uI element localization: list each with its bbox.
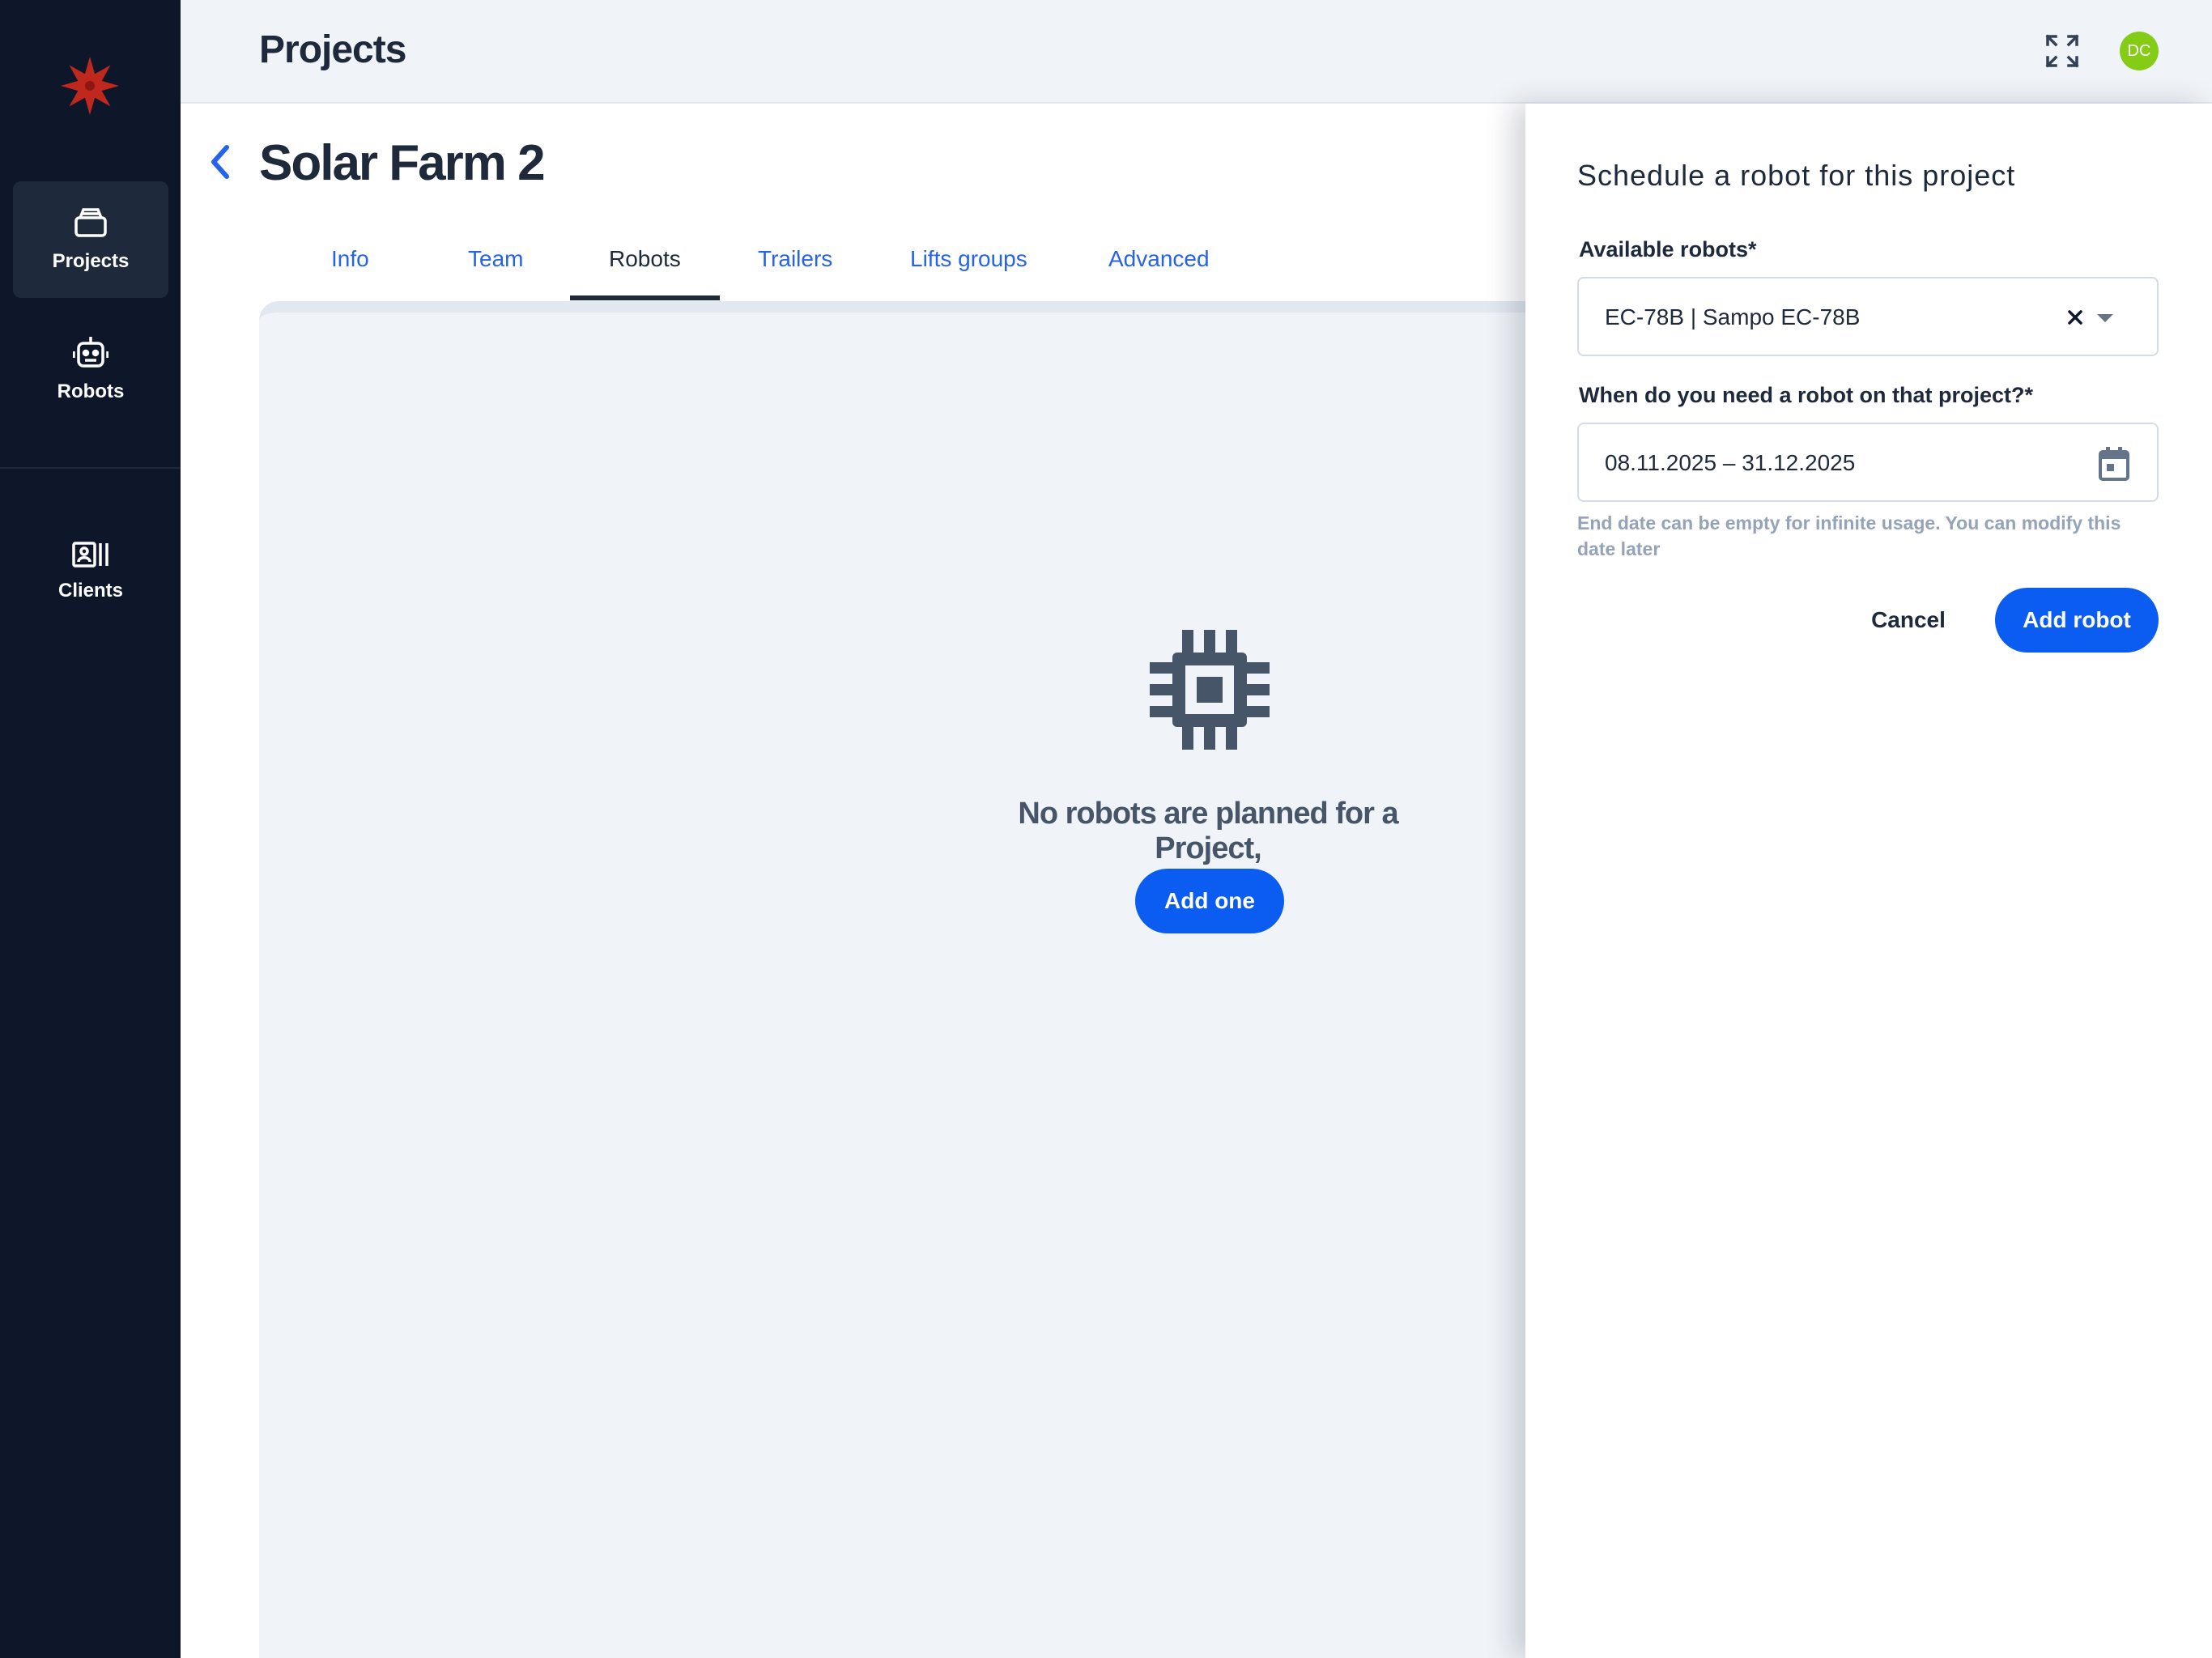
tab-robots[interactable]: Robots <box>609 246 681 272</box>
sidebar-divider <box>0 467 181 469</box>
sidebar-item-label: Clients <box>57 580 123 602</box>
top-bar: Projects <box>181 0 2212 104</box>
robot-select-value: EC-78B | Sampo EC-78B <box>1605 304 1861 329</box>
date-helper-text: End date can be empty for infinite usage… <box>1577 512 2121 559</box>
chevron-left-icon[interactable] <box>204 142 236 181</box>
sidebar-item-clients[interactable]: Clients <box>13 513 168 630</box>
avatar[interactable]: DC <box>2120 32 2159 70</box>
tab-trailers[interactable]: Trailers <box>758 246 832 272</box>
robot-icon <box>73 337 108 368</box>
drawer-title: Schedule a robot for this project <box>1577 159 2016 192</box>
projects-icon <box>74 208 107 237</box>
robot-select[interactable]: EC-78B | Sampo EC-78B <box>1577 277 2159 356</box>
tab-advanced[interactable]: Advanced <box>1108 246 1210 272</box>
robots-field-label: Available robots* <box>1579 237 1757 261</box>
star-logo-icon[interactable] <box>59 55 121 117</box>
fullscreen-icon[interactable] <box>2045 34 2079 68</box>
add-one-button[interactable]: Add one <box>1135 869 1284 933</box>
cancel-button[interactable]: Cancel <box>1848 588 1969 653</box>
date-range-value: 08.11.2025 – 31.12.2025 <box>1605 450 1856 475</box>
sidebar-item-label: Projects <box>52 250 130 272</box>
header-title: Projects <box>259 28 406 71</box>
date-range-input[interactable]: 08.11.2025 – 31.12.2025 <box>1577 423 2159 502</box>
robots-content-panel <box>259 301 1525 1658</box>
tab-lifts-groups[interactable]: Lifts groups <box>910 246 1027 272</box>
calendar-icon[interactable] <box>2099 447 2129 481</box>
caret-down-icon[interactable] <box>2097 314 2113 324</box>
sidebar-item-robots[interactable]: Robots <box>13 311 168 427</box>
clients-icon <box>72 542 108 568</box>
add-robot-button[interactable]: Add robot <box>1995 588 2159 653</box>
close-icon[interactable] <box>2067 309 2083 325</box>
tab-info[interactable]: Info <box>331 246 369 272</box>
schedule-robot-drawer: Schedule a robot for this project Availa… <box>1525 104 2212 1658</box>
page-title: Solar Farm 2 <box>259 135 546 191</box>
sidebar-item-label: Robots <box>57 380 125 402</box>
sidebar: Projects Robots Clients <box>0 0 181 1658</box>
sidebar-item-projects[interactable]: Projects <box>13 181 168 298</box>
date-field-label: When do you need a robot on that project… <box>1579 383 2033 407</box>
tab-team[interactable]: Team <box>468 246 523 272</box>
chip-icon <box>1150 630 1270 750</box>
empty-state-message: No robots are planned for a Project, <box>1018 797 1398 865</box>
active-tab-indicator <box>570 295 720 300</box>
